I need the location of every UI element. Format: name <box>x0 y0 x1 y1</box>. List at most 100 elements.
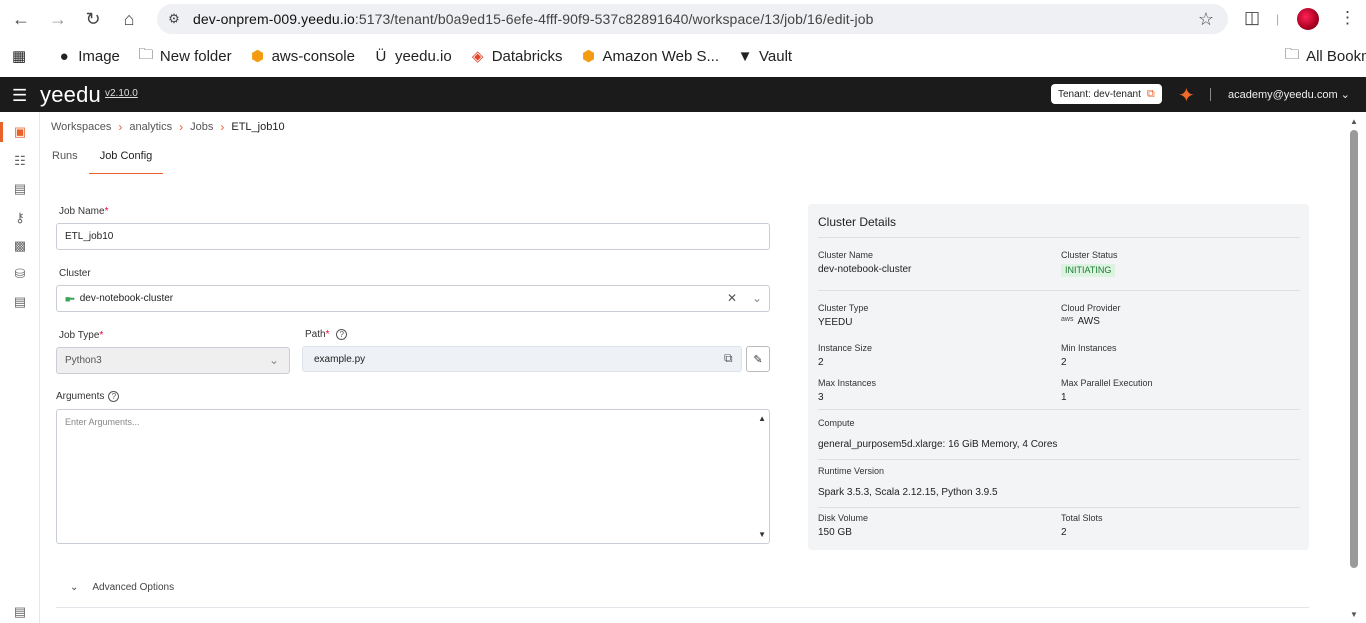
min-instances-label: Min Instances <box>1061 343 1117 353</box>
notes-icon[interactable]: ▤ <box>11 293 29 311</box>
edit-path-button[interactable]: ✎ <box>746 346 770 372</box>
aws-logo-icon: aws <box>1061 316 1074 323</box>
user-menu[interactable]: academy@yeedu.com ⌄ <box>1228 88 1350 101</box>
docs-icon[interactable]: ▤ <box>11 603 29 621</box>
cluster-details-card: Cluster Details <box>808 204 1309 550</box>
divider <box>818 237 1300 238</box>
max-instances-label: Max Instances <box>818 378 877 388</box>
yeedu-icon: Ü <box>375 47 387 65</box>
help-icon[interactable]: ? <box>336 329 348 340</box>
disk-volume-label: Disk Volume <box>818 513 869 523</box>
ai-sparkle-icon[interactable]: ✦ <box>1178 83 1195 108</box>
cluster-name-label: Cluster Name <box>818 250 874 260</box>
job-name-input[interactable]: ETL_job10 <box>56 223 770 250</box>
home-icon[interactable]: ⌂ <box>118 8 140 30</box>
database-icon[interactable]: ⛁ <box>11 265 29 283</box>
image-gallery-icon[interactable]: ▩ <box>11 237 29 255</box>
path-label: Path* ? <box>305 329 348 340</box>
bookmark-new-folder[interactable]: 🗀 New folder <box>138 44 231 69</box>
cluster-name-value: dev-notebook-cluster <box>818 264 912 275</box>
tab-runs[interactable]: Runs <box>41 140 89 174</box>
chevron-down-icon[interactable]: ⌄ <box>752 291 762 305</box>
cluster-type-value: YEEDU <box>818 317 853 328</box>
back-arrow-icon[interactable]: ← <box>10 8 32 30</box>
active-indicator <box>0 122 3 142</box>
kebab-menu-icon[interactable]: ⋮ <box>1339 8 1356 28</box>
job-name-label: Job Name* <box>59 206 109 217</box>
toolbar-separator: | <box>1276 12 1280 26</box>
workspace-icon[interactable]: ▣ <box>11 123 29 141</box>
apps-grid-icon[interactable]: ▦ <box>12 47 26 65</box>
bookmark-yeedu[interactable]: Üyeedu.io <box>373 48 452 65</box>
reload-icon[interactable]: ↻ <box>82 8 104 30</box>
bookmark-amazon-web-services[interactable]: ⬢ Amazon Web S... <box>581 47 719 66</box>
bookmarks-bar: ▦ ● Image 🗀 New folder ⬢ aws-console Üyeedu… <box>0 38 1366 74</box>
job-type-select[interactable]: Python3 ⌄ <box>56 347 290 374</box>
breadcrumb: Workspaces › analytics › Jobs › ETL_job1… <box>51 120 285 134</box>
tenant-value: dev-tenant <box>1093 88 1141 100</box>
cluster-select[interactable]: ■•• dev-notebook-cluster ✕ ⌄ <box>56 285 770 312</box>
cluster-value: dev-notebook-cluster <box>79 293 174 304</box>
job-type-label: Job Type* <box>59 330 104 341</box>
arguments-textarea[interactable]: Enter Arguments... ▲ ▼ <box>56 409 770 544</box>
tenant-chip[interactable]: Tenant: dev-tenant ⧉ <box>1051 84 1162 104</box>
divider <box>56 607 1309 608</box>
profile-avatar[interactable] <box>1297 8 1319 30</box>
header-separator <box>1210 88 1211 101</box>
globe-icon: ● <box>59 47 69 65</box>
page-scrollbar[interactable]: ▲ ▼ <box>1348 116 1360 623</box>
scroll-up-arrow-icon[interactable]: ▲ <box>1350 117 1358 126</box>
max-parallel-value: 1 <box>1061 392 1067 403</box>
advanced-options-toggle[interactable]: ⌄ Advanced Options <box>70 582 174 593</box>
bookmark-aws-console[interactable]: ⬢ aws-console <box>250 47 355 66</box>
bookmark-databricks[interactable]: ◈ Databricks <box>470 47 563 66</box>
vault-icon: ▼ <box>737 47 753 65</box>
scroll-up-arrow-icon[interactable]: ▲ <box>758 414 766 423</box>
key-icon[interactable]: ⚷ <box>11 209 29 227</box>
scroll-down-arrow-icon[interactable]: ▼ <box>758 530 766 539</box>
breadcrumb-jobs[interactable]: Jobs <box>190 121 213 133</box>
advanced-options-label: Advanced Options <box>92 582 175 593</box>
bookmark-image[interactable]: ● Image <box>56 48 120 65</box>
app-version[interactable]: v2.10.0 <box>105 88 138 99</box>
divider <box>818 507 1300 508</box>
yeedu-logo[interactable]: yeedu <box>40 82 101 108</box>
job-type-value: Python3 <box>65 355 102 366</box>
instance-size-value: 2 <box>818 357 824 368</box>
all-bookmarks[interactable]: 🗀All Bookmarks <box>1284 44 1366 69</box>
chevron-down-icon: ⌄ <box>70 582 79 593</box>
cluster-tree-icon[interactable]: ☷ <box>11 152 29 170</box>
breadcrumb-current: ETL_job10 <box>231 121 285 133</box>
site-settings-icon[interactable]: ⚙ <box>163 11 185 27</box>
open-external-icon[interactable]: ⧉ <box>724 351 733 366</box>
extensions-icon[interactable]: ◫ <box>1244 8 1260 28</box>
forward-arrow-icon[interactable]: → <box>47 8 69 30</box>
max-instances-value: 3 <box>818 392 824 403</box>
runtime-label: Runtime Version <box>818 466 885 476</box>
scrollbar-thumb[interactable] <box>1350 130 1358 568</box>
arguments-label: Arguments? <box>56 391 120 402</box>
chevron-down-icon[interactable]: ⌄ <box>269 353 279 367</box>
chevron-right-icon: › <box>179 120 184 134</box>
divider <box>818 409 1300 410</box>
aws-cube-icon: ⬢ <box>251 48 265 65</box>
divider <box>818 290 1300 291</box>
breadcrumb-workspaces[interactable]: Workspaces <box>51 121 111 133</box>
credentials-icon[interactable]: ▤ <box>11 180 29 198</box>
help-icon[interactable]: ? <box>108 391 120 402</box>
cloud-provider-value: aws AWS <box>1061 316 1100 327</box>
tenant-label: Tenant: <box>1058 88 1091 100</box>
address-bar[interactable]: ⚙ dev-onprem-009.yeedu.io:5173/tenant/b0… <box>157 4 1228 34</box>
hamburger-menu-icon[interactable]: ☰ <box>12 86 27 106</box>
compute-label: Compute <box>818 418 855 428</box>
app-header: ☰ yeedu v2.10.0 Tenant: dev-tenant ⧉ ✦ a… <box>0 77 1366 112</box>
clear-icon[interactable]: ✕ <box>727 291 737 305</box>
tab-job-config[interactable]: Job Config <box>88 140 164 174</box>
compute-value: general_purposem5d.xlarge: 16 GiB Memory… <box>818 439 1058 450</box>
bookmark-vault[interactable]: ▼ Vault <box>737 47 793 65</box>
path-input[interactable]: example.py ⧉ <box>302 346 742 372</box>
scroll-down-arrow-icon[interactable]: ▼ <box>1350 610 1358 619</box>
card-title: Cluster Details <box>818 215 897 229</box>
bookmark-star-icon[interactable]: ☆ <box>1198 9 1214 30</box>
breadcrumb-analytics[interactable]: analytics <box>129 121 172 133</box>
